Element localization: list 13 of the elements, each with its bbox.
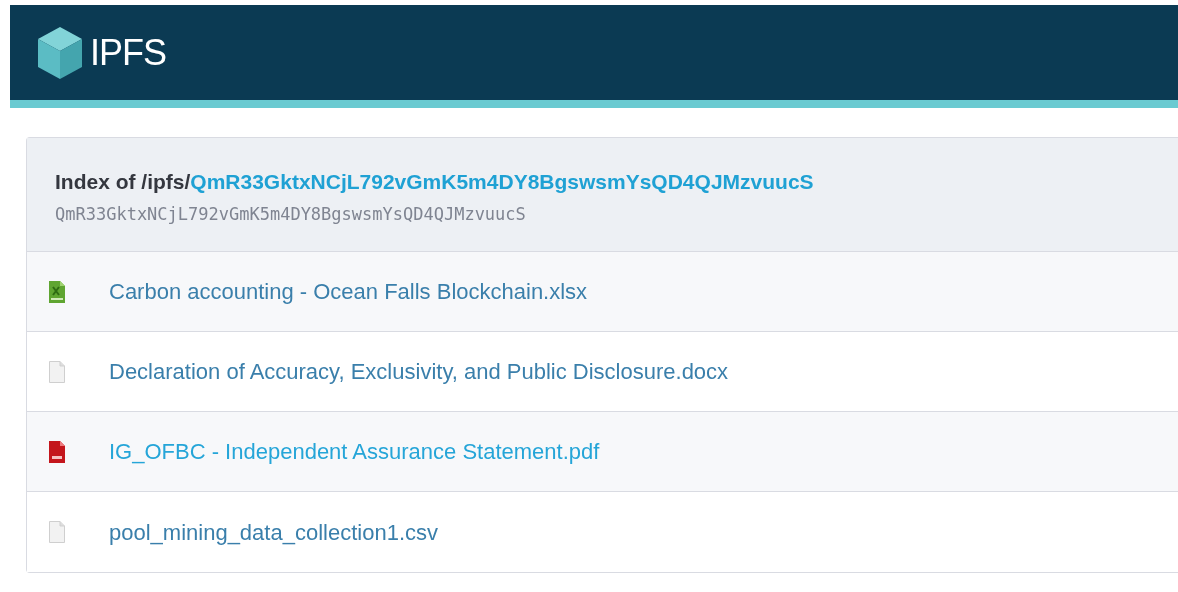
cube-logo-icon [36,24,84,81]
index-title: Index of /ipfs/QmR33GktxNCjL792vGmK5m4DY8BgswsmYsQD4QJMzvuucS [55,169,815,195]
file-link[interactable]: IG_OFBC - Independent Assurance Statement.pdf [109,435,600,468]
logo-text: IPFS [90,30,166,75]
pdf-file-icon [49,440,65,463]
hash-link[interactable]: QmR33GktxNCjL792vGmK5m4DY8BgswsmYsQD4QJMzvuucS [190,170,814,193]
file-link[interactable]: pool_mining_data_collection1.csv [109,515,438,549]
file-link[interactable]: Declaration of Accuracy, Exclusivity, and Public Disclosure.docx [109,355,729,388]
file-icon [49,521,65,543]
hash-text: QmR33GktxNCjL792vGmK5m4DY8BgswsmYsQD4QJMzvuucS [55,202,527,226]
file-link[interactable]: Carbon accounting - Ocean Falls Blockchain.xlsx [109,275,588,308]
file-icon [49,360,65,383]
spreadsheet-file-icon [49,280,65,303]
